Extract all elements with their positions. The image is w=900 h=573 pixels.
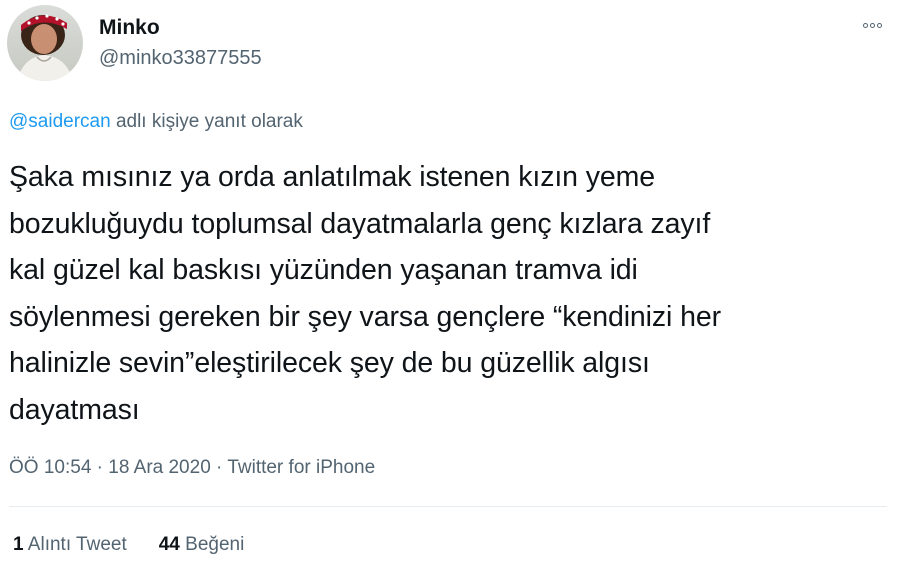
tweet-time[interactable]: ÖÖ 10:54 <box>9 457 91 478</box>
tweet-stats: 1 Alıntı Tweet 44 Beğeni <box>13 532 244 558</box>
meta-separator: · <box>210 457 228 478</box>
author-display-name[interactable]: Minko <box>99 15 160 41</box>
avatar-image <box>7 5 83 81</box>
tweet-text-line: bozukluğuydu toplumsal dayatmalarla genç… <box>9 207 711 240</box>
author-handle[interactable]: @minko33877555 <box>99 45 262 71</box>
likes-label: Beğeni <box>179 534 245 555</box>
meta-separator: · <box>91 457 109 478</box>
tweet-text-line: söylenmesi gereken bir şey varsa gençler… <box>9 300 721 333</box>
quote-tweets-stat[interactable]: 1 Alıntı Tweet <box>13 532 127 558</box>
tweet-meta: ÖÖ 10:54 · 18 Ara 2020 · Twitter for iPh… <box>9 455 375 481</box>
reply-mention-link[interactable]: @saidercan <box>9 111 111 132</box>
tweet-card: Minko @minko33877555 @saidercan adlı kiş… <box>0 0 900 573</box>
likes-count: 44 <box>158 534 180 555</box>
quote-tweets-label: Alıntı Tweet <box>23 534 127 555</box>
tweet-text-line: kal güzel kal baskısı yüzünden yaşanan t… <box>9 254 638 286</box>
divider <box>9 506 887 507</box>
reply-context-text: adlı kişiye yanıt olarak <box>110 111 303 132</box>
more-dot <box>876 22 882 28</box>
likes-stat[interactable]: 44 Beğeni <box>159 532 245 558</box>
tweet-source[interactable]: Twitter for iPhone <box>227 457 375 478</box>
tweet-date[interactable]: 18 Ara 2020 <box>108 457 210 478</box>
quote-tweets-count: 1 <box>13 534 24 555</box>
more-dot <box>869 22 875 28</box>
tweet-text-line: halinizle sevin”eleştirilecek şey de bu … <box>9 347 650 379</box>
avatar[interactable] <box>7 5 83 81</box>
reply-context: @saidercan adlı kişiye yanıt olarak <box>9 109 303 135</box>
more-options-icon[interactable] <box>858 14 886 36</box>
tweet-text-line: dayatması <box>9 393 140 426</box>
tweet-text-line: Şaka mısınız ya orda anlatılmak istenen … <box>9 161 656 193</box>
more-dot <box>862 22 868 28</box>
tweet-text: Şaka mısınız ya orda anlatılmak istenen … <box>9 154 879 433</box>
